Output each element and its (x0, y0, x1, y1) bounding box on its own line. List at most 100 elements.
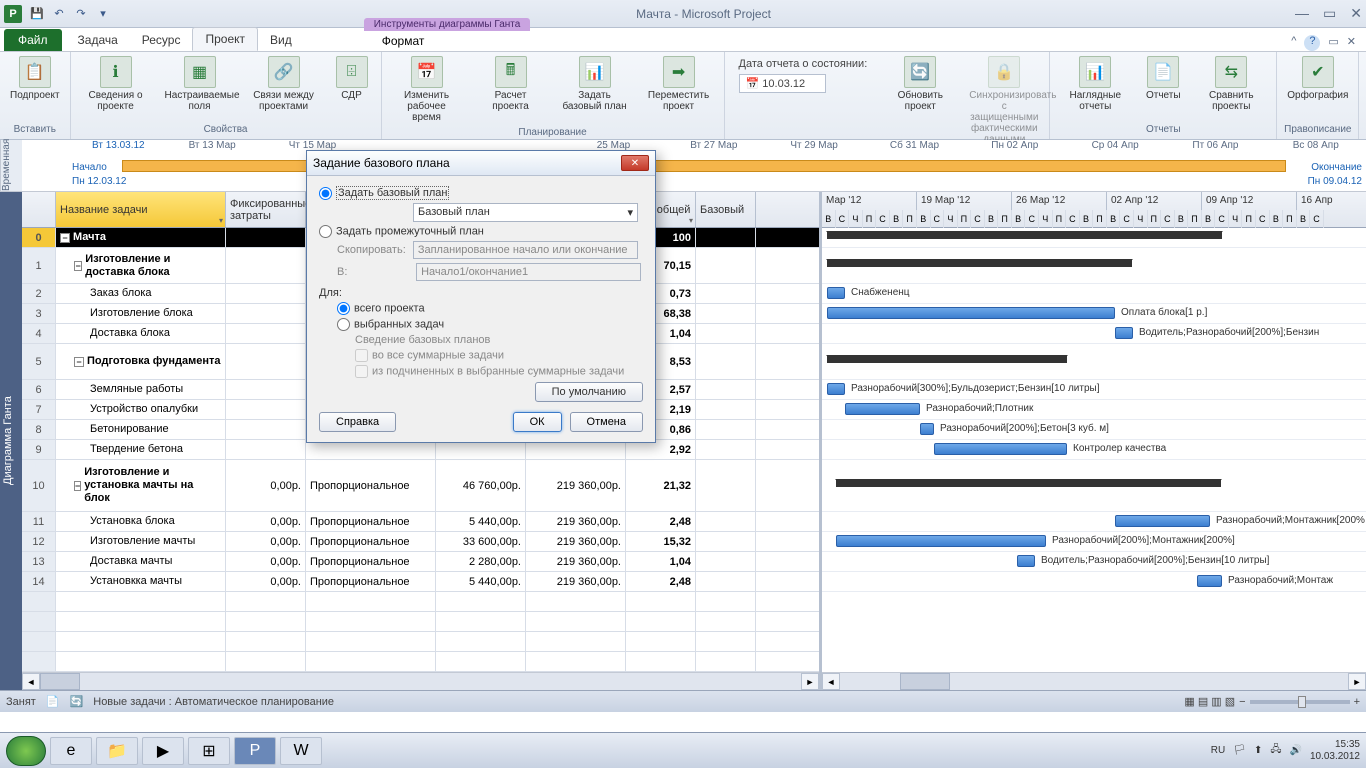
task-bar[interactable] (827, 383, 845, 395)
project-info-button[interactable]: ℹСведения о проекте (77, 54, 155, 114)
row-id[interactable]: 10 (22, 460, 56, 511)
grid-scroll-h[interactable]: ◄ ► (22, 672, 819, 690)
task-name-cell[interactable]: Доставка мачты (56, 552, 226, 571)
task-name-cell[interactable]: Заказ блока (56, 284, 226, 303)
fixed-cost-cell[interactable] (226, 304, 306, 323)
reports-button[interactable]: 📄Отчеты (1140, 54, 1186, 103)
view-side-tab[interactable]: Диаграмма Ганта (0, 192, 22, 690)
outline-toggle-icon[interactable]: − (74, 481, 81, 491)
tab-resource[interactable]: Ресурс (130, 29, 193, 51)
row-id[interactable]: 9 (22, 440, 56, 459)
accrual-cell[interactable]: Пропорциональное (306, 552, 436, 571)
summary-bar[interactable] (827, 259, 1132, 267)
taskbar-project-icon[interactable]: P (234, 737, 276, 765)
base-cell[interactable] (696, 304, 756, 323)
base-cell[interactable] (696, 228, 756, 247)
task-name-cell[interactable]: Доставка блока (56, 324, 226, 343)
tab-task[interactable]: Задача (66, 29, 130, 51)
col-id[interactable] (22, 192, 56, 227)
outline-toggle-icon[interactable]: − (74, 357, 84, 367)
total-cell[interactable]: 219 360,00р. (526, 460, 626, 511)
cost-cell[interactable]: 5 440,00р. (436, 512, 526, 531)
summary-bar[interactable] (836, 479, 1221, 487)
wbs-button[interactable]: ⌹СДР (329, 54, 375, 103)
minimize-icon[interactable]: — (1295, 5, 1309, 22)
task-bar[interactable] (934, 443, 1067, 455)
summary-bar[interactable] (827, 231, 1222, 239)
dialog-close-icon[interactable]: ✕ (621, 155, 649, 171)
base-cell[interactable] (696, 512, 756, 531)
task-bar[interactable] (920, 423, 934, 435)
zoom-out-icon[interactable]: − (1239, 696, 1245, 708)
task-name-cell[interactable]: Земляные работы (56, 380, 226, 399)
radio-for-selected[interactable]: выбранных задач (337, 318, 643, 331)
qat-dropdown-icon[interactable]: ▾ (94, 5, 112, 23)
gantt-scroll-h[interactable]: ◄ ► (822, 672, 1366, 690)
pct-cell[interactable]: 15,32 (626, 532, 696, 551)
save-icon[interactable]: 💾 (28, 5, 46, 23)
cost-cell[interactable]: 2 280,00р. (436, 552, 526, 571)
row-id[interactable]: 6 (22, 380, 56, 399)
base-cell[interactable] (696, 420, 756, 439)
accrual-cell[interactable]: Пропорциональное (306, 532, 436, 551)
task-bar[interactable] (827, 307, 1115, 319)
scroll-left-icon[interactable]: ◄ (22, 673, 40, 690)
subproject-button[interactable]: 📋Подпроект (6, 54, 64, 103)
task-row[interactable]: 9Твердение бетона2,92 (22, 440, 819, 460)
row-id[interactable]: 14 (22, 572, 56, 591)
tab-view[interactable]: Вид (258, 29, 304, 51)
base-cell[interactable] (696, 572, 756, 591)
ribbon-minimize-icon[interactable]: ^ (1291, 35, 1296, 51)
gantt-scroll-thumb[interactable] (900, 673, 950, 690)
row-id[interactable]: 5 (22, 344, 56, 379)
fixed-cost-cell[interactable] (226, 248, 306, 283)
row-id[interactable]: 12 (22, 532, 56, 551)
close-icon[interactable]: ✕ (1350, 5, 1362, 22)
cost-cell[interactable]: 46 760,00р. (436, 460, 526, 511)
task-row[interactable]: 13Доставка мачты0,00р.Пропорциональное2 … (22, 552, 819, 572)
row-id[interactable]: 7 (22, 400, 56, 419)
total-cell[interactable]: 219 360,00р. (526, 532, 626, 551)
row-id[interactable]: 4 (22, 324, 56, 343)
taskbar-ie-icon[interactable]: e (50, 737, 92, 765)
task-name-cell[interactable]: −Изготовление и доставка блока (56, 248, 226, 283)
start-button[interactable] (6, 736, 46, 766)
set-baseline-button[interactable]: 📊Задать базовый план (556, 54, 634, 114)
base-cell[interactable] (696, 380, 756, 399)
view-buttons[interactable]: ▦ ▤ ▥ ▧ (1184, 695, 1235, 708)
tray-clock[interactable]: 15:3510.03.2012 (1310, 739, 1360, 763)
row-id[interactable]: 3 (22, 304, 56, 323)
base-cell[interactable] (696, 460, 756, 511)
task-row[interactable]: 12Изготовление мачты0,00р.Пропорциональн… (22, 532, 819, 552)
compare-projects-button[interactable]: ⇆Сравнить проекты (1192, 54, 1270, 114)
fixed-cost-cell[interactable] (226, 228, 306, 247)
update-project-button[interactable]: 🔄Обновить проект (881, 54, 959, 114)
col-base[interactable]: Базовый (696, 192, 756, 227)
taskbar-explorer-icon[interactable]: 📁 (96, 737, 138, 765)
fixed-cost-cell[interactable] (226, 400, 306, 419)
pct-cell[interactable]: 1,04 (626, 552, 696, 571)
gantt-scroll-left-icon[interactable]: ◄ (822, 673, 840, 690)
task-bar[interactable] (836, 535, 1046, 547)
row-id[interactable]: 2 (22, 284, 56, 303)
tab-file[interactable]: Файл (4, 29, 62, 51)
task-name-cell[interactable]: −Изготовление и установка мачты на блок (56, 460, 226, 511)
tray-lang[interactable]: RU (1211, 745, 1225, 756)
baseline-select[interactable]: Базовый план ▾ (413, 203, 638, 222)
task-name-cell[interactable]: −Подготовка фундамента (56, 344, 226, 379)
cancel-button[interactable]: Отмена (570, 412, 643, 432)
accrual-cell[interactable]: Пропорциональное (306, 512, 436, 531)
macro-icon[interactable]: 📄 (46, 695, 60, 708)
fixed-cost-cell[interactable]: 0,00р. (226, 572, 306, 591)
task-bar[interactable] (845, 403, 920, 415)
taskbar-app-icon[interactable]: ⊞ (188, 737, 230, 765)
base-cell[interactable] (696, 400, 756, 419)
task-name-cell[interactable]: Твердение бетона (56, 440, 226, 459)
fixed-cost-cell[interactable]: 0,00р. (226, 460, 306, 511)
window-icon[interactable]: ▭ (1328, 35, 1338, 51)
task-row[interactable]: 10−Изготовление и установка мачты на бло… (22, 460, 819, 512)
ok-button[interactable]: ОК (513, 412, 562, 432)
task-bar[interactable] (1115, 327, 1133, 339)
base-cell[interactable] (696, 552, 756, 571)
accrual-cell[interactable]: Пропорциональное (306, 460, 436, 511)
